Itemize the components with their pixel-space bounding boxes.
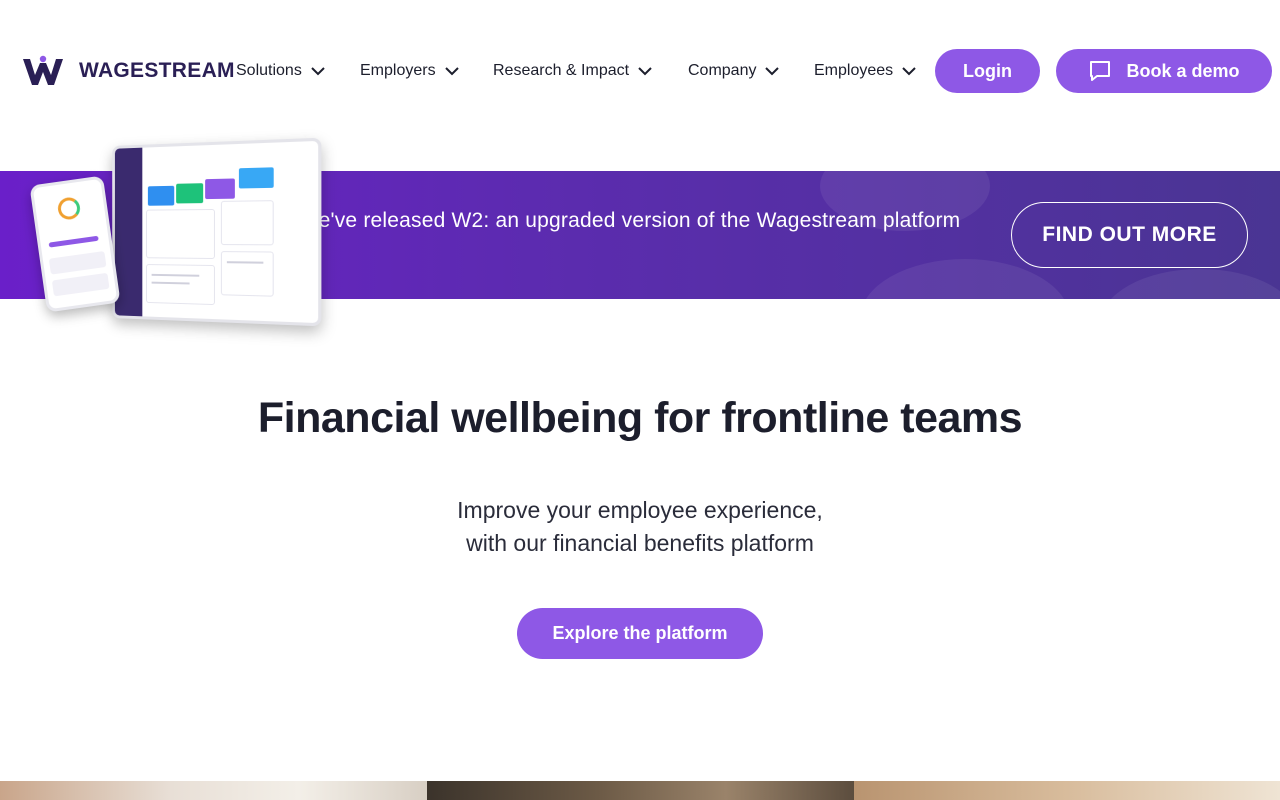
team-photo — [854, 781, 1280, 800]
dashboard-card — [146, 209, 215, 259]
phone-card — [49, 251, 107, 275]
dashboard-tile — [205, 178, 235, 199]
team-photo — [0, 781, 427, 800]
phone-progress-ring — [57, 196, 82, 221]
login-button[interactable]: Login — [935, 49, 1040, 93]
book-demo-button[interactable]: Book a demo — [1056, 49, 1272, 93]
w2-platform-mockup-image — [36, 142, 286, 326]
nav-item-employees[interactable]: Employees — [814, 58, 917, 84]
dashboard-card — [146, 264, 215, 305]
hero-subtitle-line: Improve your employee experience, — [0, 494, 1280, 527]
phone-screen — [29, 175, 120, 312]
book-demo-label: Book a demo — [1126, 61, 1239, 82]
hero-subtitle: Improve your employee experience, with o… — [0, 494, 1280, 560]
nav-item-company[interactable]: Company — [688, 58, 780, 84]
dashboard-tile — [239, 167, 274, 188]
wagestream-w-logo-icon — [21, 55, 65, 87]
banner-decoration — [1100, 269, 1280, 379]
chevron-down-icon — [637, 63, 653, 79]
site-header: WAGESTREAM Solutions Employers Research … — [0, 0, 1280, 142]
nav-item-label: Solutions — [236, 62, 302, 80]
banner-message: We've released W2: an upgraded version o… — [299, 209, 979, 233]
explore-platform-button[interactable]: Explore the platform — [517, 608, 763, 659]
dashboard-card — [221, 251, 274, 297]
nav-item-label: Research & Impact — [493, 62, 629, 80]
team-photo — [427, 781, 854, 800]
find-out-more-button[interactable]: FIND OUT MORE — [1011, 202, 1248, 268]
chevron-down-icon — [310, 63, 326, 79]
chevron-down-icon — [901, 63, 917, 79]
phone-card — [52, 273, 110, 297]
hero-title: Financial wellbeing for frontline teams — [0, 394, 1280, 443]
dashboard-tile — [148, 186, 174, 206]
nav-item-label: Employers — [360, 62, 436, 80]
laptop-screen — [112, 138, 321, 327]
nav-item-employers[interactable]: Employers — [360, 58, 460, 84]
chevron-down-icon — [444, 63, 460, 79]
banner-decoration — [860, 259, 1070, 379]
nav-item-label: Company — [688, 62, 756, 80]
chevron-down-icon — [764, 63, 780, 79]
nav-item-solutions[interactable]: Solutions — [236, 58, 326, 84]
dashboard-tile — [176, 183, 203, 203]
hero-subtitle-line: with our financial benefits platform — [0, 527, 1280, 560]
nav-item-research-impact[interactable]: Research & Impact — [493, 58, 653, 84]
wagestream-wordmark: WAGESTREAM — [79, 59, 235, 83]
dashboard-card — [221, 200, 274, 245]
chat-bubble-icon — [1088, 59, 1112, 83]
wagestream-logo[interactable]: WAGESTREAM — [21, 55, 235, 87]
phone-button — [49, 236, 99, 248]
nav-item-label: Employees — [814, 62, 893, 80]
